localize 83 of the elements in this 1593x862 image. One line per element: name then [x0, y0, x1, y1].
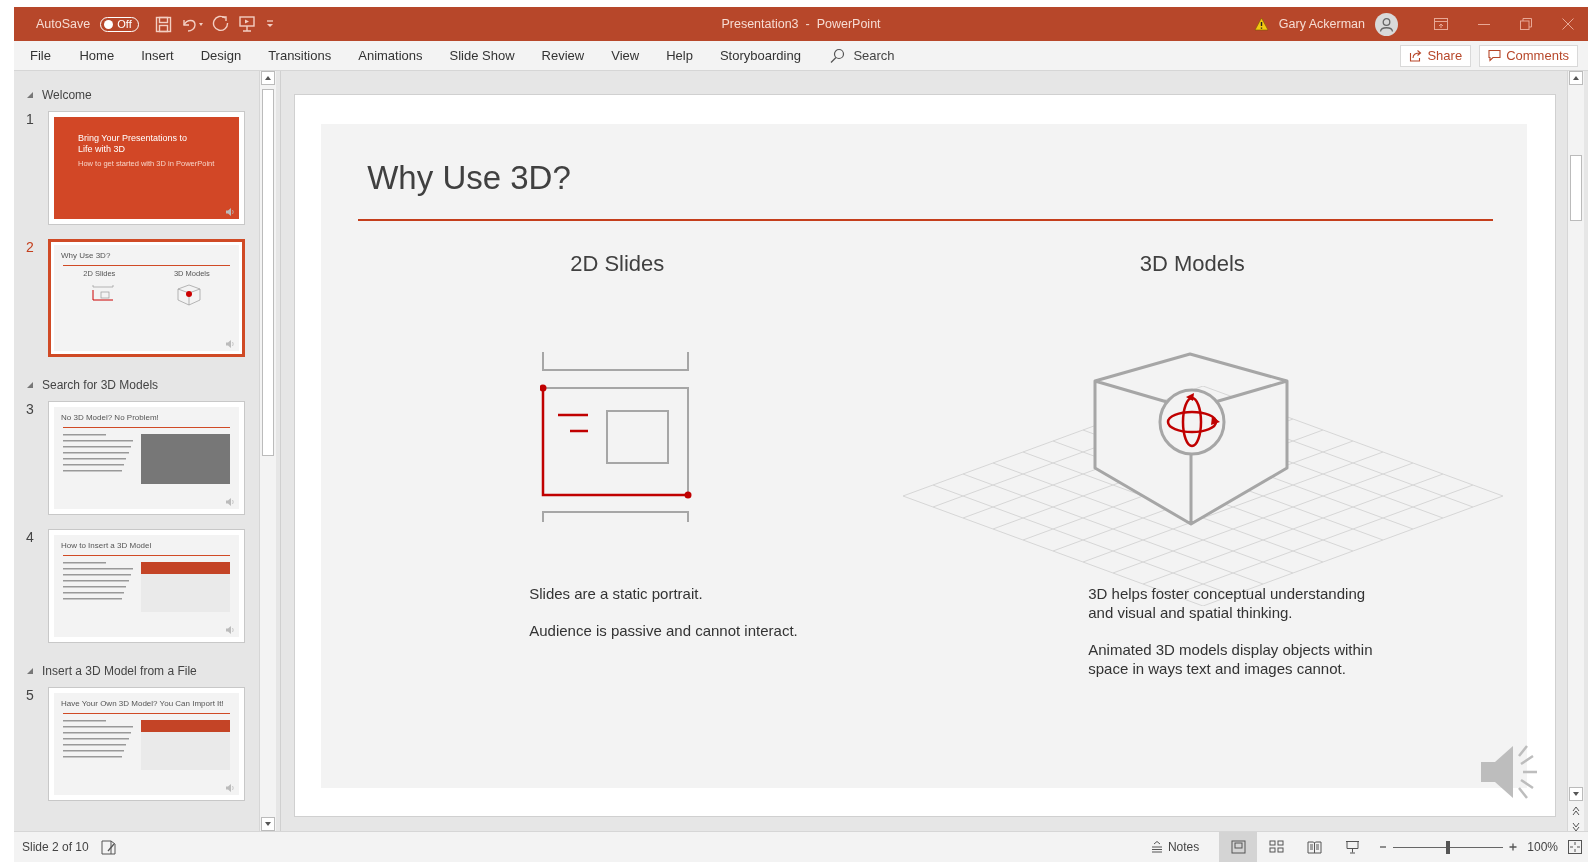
user-name[interactable]: Gary Ackerman — [1278, 17, 1365, 31]
close-icon[interactable] — [1562, 18, 1574, 30]
ribbon-tab[interactable]: Slide Show — [436, 40, 529, 71]
ribbon-tab[interactable]: File — [14, 40, 66, 71]
fit-to-window-icon[interactable] — [1568, 840, 1582, 854]
presentation-icon[interactable] — [237, 15, 256, 33]
column-heading: 2D Slides — [570, 251, 665, 277]
ribbon-tab[interactable]: Insert — [127, 40, 188, 71]
save-icon[interactable] — [154, 15, 172, 33]
speaker-icon — [226, 340, 235, 348]
slide-thumbnail[interactable]: No 3D Model? No Problem! — [48, 401, 245, 515]
notes-page-icon[interactable] — [100, 839, 117, 855]
zoom-out-icon[interactable] — [1379, 843, 1388, 851]
slide-number: 5 — [25, 687, 35, 703]
section-header[interactable]: Welcome — [14, 83, 98, 107]
thumbnail-title: No 3D Model? No Problem! — [60, 412, 160, 422]
notes-button[interactable]: Notes — [1144, 839, 1206, 855]
warning-icon[interactable] — [1253, 17, 1269, 31]
share-icon — [1409, 49, 1423, 62]
slide-counter: Slide 2 of 10 — [21, 840, 89, 854]
thumbnail-title: Have Your Own 3D Model? You Can Import It! — [60, 698, 225, 708]
reading-view-icon[interactable] — [1306, 840, 1322, 854]
scroll-up-icon[interactable] — [1569, 71, 1584, 85]
body-text: 3D helps foster conceptual understanding and visual and spatial thinking. — [1088, 584, 1367, 622]
avatar[interactable] — [1375, 12, 1398, 36]
slide-number: 3 — [25, 401, 35, 417]
ribbon-tab[interactable]: Storyboarding — [706, 40, 815, 71]
zoom-in-icon[interactable] — [1509, 843, 1518, 851]
search-icon[interactable] — [830, 48, 846, 63]
text-lines-drawing — [63, 434, 135, 472]
collapse-triangle-icon[interactable] — [26, 667, 34, 675]
scroll-up-icon[interactable] — [261, 71, 276, 85]
slide-frame-icon — [91, 284, 114, 304]
slide-number: 1 — [25, 111, 35, 127]
ribbon-tab[interactable]: Animations — [344, 40, 437, 71]
thumbnail-title: Bring Your Presentations to Life with 3D — [78, 133, 188, 155]
ribbon-tab[interactable]: Review — [528, 40, 598, 71]
scroll-down-icon[interactable] — [261, 817, 276, 831]
notes-icon — [1150, 841, 1163, 853]
section-header[interactable]: Search for 3D Models — [14, 373, 165, 397]
ribbon-tab[interactable]: Help — [652, 40, 707, 71]
slide-show-icon[interactable] — [1344, 840, 1360, 854]
slide-thumbnail[interactable]: Have Your Own 3D Model? You Can Import It! — [48, 687, 245, 801]
speaker-icon — [226, 208, 235, 216]
comment-icon — [1488, 49, 1502, 62]
section-header[interactable]: Insert a 3D Model from a File — [14, 659, 203, 683]
ribbon-tab[interactable]: View — [597, 40, 653, 71]
redo-icon[interactable] — [211, 15, 230, 33]
ribbon-tab[interactable]: Home — [65, 40, 128, 71]
text-lines-drawing — [63, 720, 135, 758]
window-title: Presentation3 - PowerPoint — [721, 17, 881, 31]
thumbnail-title: How to Insert a 3D Model — [60, 540, 153, 550]
zoom-slider-thumb[interactable] — [1446, 840, 1451, 854]
collapse-triangle-icon[interactable] — [26, 381, 34, 389]
collapse-triangle-icon[interactable] — [26, 91, 34, 99]
share-button[interactable]: Share — [1400, 44, 1472, 67]
comments-button[interactable]: Comments — [1479, 44, 1578, 67]
column-heading: 3D Models — [1139, 251, 1245, 277]
search-label[interactable]: Search — [853, 48, 895, 63]
scrollbar-thumb[interactable] — [262, 89, 275, 456]
cube-icon — [177, 284, 202, 306]
thumbnail-title: Why Use 3D? — [60, 250, 112, 260]
zoom-level[interactable]: 100% — [1527, 840, 1558, 854]
slide-thumbnail[interactable]: How to Insert a 3D Model — [48, 529, 245, 643]
text-lines-drawing — [63, 562, 135, 600]
speaker-icon — [226, 626, 235, 634]
body-text: Audience is passive and cannot interact. — [529, 621, 798, 640]
speaker-icon — [226, 784, 235, 792]
autosave-label: AutoSave — [36, 17, 91, 31]
ribbon-display-icon[interactable] — [1434, 18, 1448, 30]
body-text: Animated 3D models display objects within space in ways text and images cannot. — [1088, 640, 1374, 678]
normal-view-icon[interactable] — [1230, 840, 1246, 854]
ribbon-tab[interactable]: Transitions — [254, 40, 345, 71]
slide-number: 4 — [25, 529, 35, 545]
scrollbar-thumb[interactable] — [1570, 155, 1582, 221]
slide-number: 2 — [25, 239, 35, 255]
restore-icon[interactable] — [1520, 18, 1532, 30]
slide-title: Why Use 3D? — [366, 158, 572, 198]
body-text: Slides are a static portrait. — [529, 584, 704, 603]
scroll-down-icon[interactable] — [1569, 787, 1584, 831]
speaker-icon — [226, 498, 235, 506]
ribbon-tab[interactable]: Design — [187, 40, 255, 71]
slide-sorter-icon[interactable] — [1268, 840, 1284, 854]
